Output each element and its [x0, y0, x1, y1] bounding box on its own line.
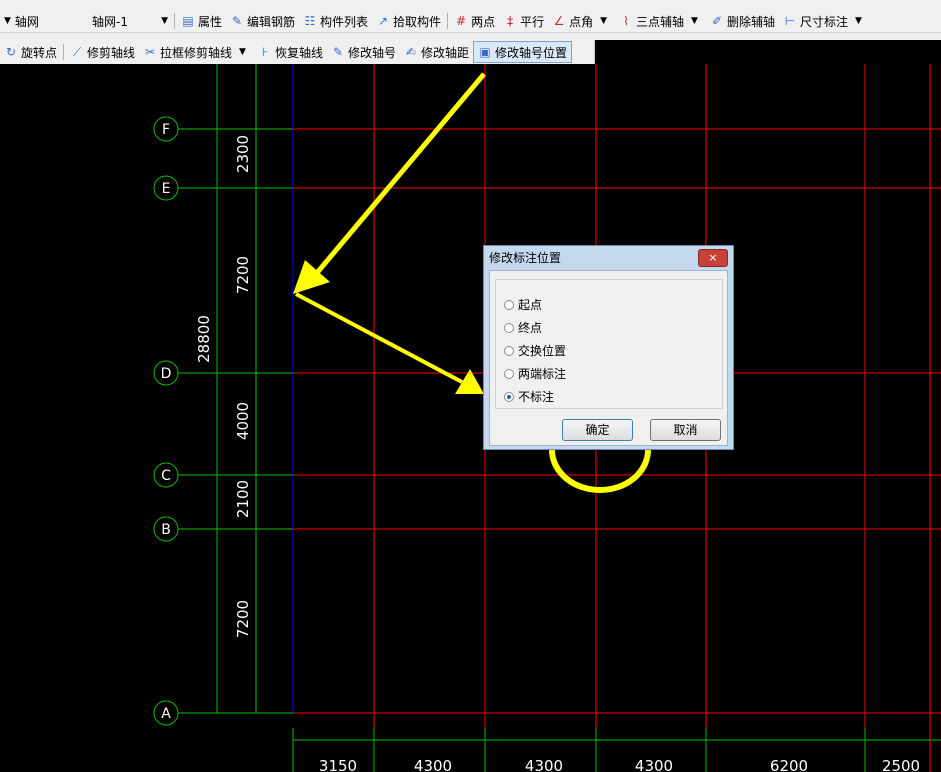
- chevron-down-icon: ▼: [855, 16, 862, 26]
- axis-label-D: D: [161, 366, 172, 382]
- radio-button[interactable]: [504, 345, 514, 356]
- properties-icon: ▤: [182, 14, 194, 28]
- trim-icon: ⟋: [72, 45, 82, 59]
- chevron-down-icon: ▼: [161, 16, 168, 26]
- row-spacing-labels: 2300 7200 4000 2100 7200 28800: [195, 135, 252, 638]
- parallel-button[interactable]: ‡ 平行: [499, 11, 548, 31]
- modify-axis-spacing-button[interactable]: ✍ 修改轴距: [400, 42, 473, 62]
- column-spacing-label: 4300: [525, 757, 563, 772]
- column-spacing-label: 4300: [414, 757, 452, 772]
- radio-no-label[interactable]: 不标注: [504, 388, 554, 405]
- restore-axis-button[interactable]: ⊦ 恢复轴线: [254, 42, 327, 62]
- dimension-button[interactable]: ⊢ 尺寸标注 ▼: [779, 11, 870, 31]
- axis-label-C: C: [161, 468, 171, 484]
- separator: [447, 13, 449, 29]
- spacing-label-D-C: 4000: [234, 402, 252, 440]
- type-combo[interactable]: ▼ 轴网: [0, 12, 88, 30]
- separator: [63, 44, 65, 60]
- annotation-arrow-line: [314, 72, 486, 276]
- radio-button[interactable]: [504, 322, 514, 333]
- total-spacing-label: 28800: [195, 315, 213, 363]
- axis-label-B: B: [161, 522, 171, 538]
- cad-canvas[interactable]: F E D C B A 2300 7200 4000 2100 7200 288…: [0, 64, 941, 772]
- edit-spacing-icon: ✍: [405, 45, 417, 59]
- point-angle-icon: ∠: [553, 14, 565, 28]
- dimension-icon: ⊢: [784, 14, 796, 28]
- spacing-label-E-D: 7200: [234, 256, 252, 294]
- trim-axis-button[interactable]: ⟋ 修剪轴线: [66, 42, 139, 62]
- rotate-icon: ↻: [5, 45, 17, 59]
- axis-label-E: E: [162, 181, 171, 197]
- position-icon: ▣: [479, 45, 491, 59]
- axis-label-A: A: [161, 706, 171, 722]
- rotate-point-button[interactable]: ↻ 旋转点: [0, 42, 61, 62]
- three-point-icon: ⌇: [623, 14, 629, 28]
- toolbar-row-2: ↻ 旋转点 ⟋ 修剪轴线 ✂ 拉框修剪轴线 ▼ ⊦ 恢复轴线 ✎ 修改轴号 ✍ 修改轴距 ▣ 修…: [0, 40, 595, 64]
- column-spacing-label: 4300: [635, 757, 673, 772]
- option-group: 起点 终点 交换位置 两端标注 不标注: [495, 279, 723, 409]
- dialog-title: 修改标注位置: [489, 251, 562, 265]
- box-trim-icon: ✂: [145, 45, 156, 59]
- list-icon: ☷: [304, 14, 316, 28]
- ok-button[interactable]: 确定: [562, 419, 633, 441]
- radio-start[interactable]: 起点: [504, 296, 542, 313]
- properties-button[interactable]: ▤ 属性: [177, 11, 226, 31]
- pick-icon: ↗: [378, 14, 389, 28]
- column-spacing-label: 6200: [770, 757, 808, 772]
- eraser-icon: ✐: [711, 14, 722, 28]
- chevron-down-icon: ▼: [4, 16, 11, 26]
- chevron-down-icon: ▼: [600, 16, 608, 26]
- column-spacing-label: 2500: [882, 757, 920, 772]
- toolbar-top-strip: [0, 0, 941, 10]
- radio-both-ends[interactable]: 两端标注: [504, 365, 566, 382]
- spacing-label-B-A: 7200: [234, 600, 252, 638]
- modify-axis-number-button[interactable]: ✎ 修改轴号: [327, 42, 400, 62]
- pencil-icon: ✎: [231, 14, 243, 28]
- radio-end[interactable]: 终点: [504, 319, 542, 336]
- parallel-icon: ‡: [507, 14, 514, 28]
- two-points-button[interactable]: # 两点: [450, 11, 499, 31]
- separator: [174, 13, 175, 29]
- dialog-body: 起点 终点 交换位置 两端标注 不标注 确定 取消: [489, 270, 728, 446]
- radio-button-selected[interactable]: [504, 391, 514, 402]
- edit-rebar-button[interactable]: ✎ 编辑钢筋: [226, 11, 299, 31]
- spacing-label-F-E: 2300: [234, 135, 252, 173]
- item-combo[interactable]: 轴网-1 ▼: [88, 12, 172, 30]
- cancel-button[interactable]: 取消: [650, 419, 721, 441]
- pick-component-button[interactable]: ↗ 拾取构件: [372, 11, 445, 31]
- axis-bubbles: [153, 116, 179, 726]
- annotation-arrow-line-2: [295, 292, 463, 384]
- toolbar-row-1: ▼ 轴网 轴网-1 ▼ ▤ 属性 ✎ 编辑钢筋 ☷ 构件列表 ↗ 拾取构件 # 两点 ‡ 平…: [0, 10, 941, 33]
- chevron-down-icon: ▼: [239, 47, 246, 57]
- radio-button[interactable]: [504, 368, 514, 379]
- point-angle-button[interactable]: ∠ 点角 ▼: [548, 11, 615, 31]
- restore-icon: ⊦: [261, 45, 269, 59]
- delete-aux-button[interactable]: ✐ 删除辅轴: [706, 11, 779, 31]
- column-spacing-label: 3150: [319, 757, 357, 772]
- component-list-button[interactable]: ☷ 构件列表: [299, 11, 372, 31]
- column-spacing-labels: 3150 4300 4300 4300 6200 2500: [319, 757, 920, 772]
- two-points-icon: #: [456, 14, 467, 28]
- modify-axis-number-position-button[interactable]: ▣ 修改轴号位置: [473, 41, 573, 63]
- radio-button[interactable]: [504, 299, 514, 310]
- three-point-aux-button[interactable]: ⌇ 三点辅轴 ▼: [615, 11, 706, 31]
- axis-label-F: F: [162, 122, 170, 138]
- box-trim-axis-button[interactable]: ✂ 拉框修剪轴线 ▼: [139, 42, 254, 62]
- chevron-down-icon: ▼: [691, 16, 698, 26]
- close-icon[interactable]: ×: [698, 249, 728, 267]
- radio-swap[interactable]: 交换位置: [504, 342, 566, 359]
- spacing-label-C-B: 2100: [234, 480, 252, 518]
- toolbar-gap: [0, 33, 941, 40]
- axis-labels: F E D C B A: [161, 122, 172, 722]
- edit-icon: ✎: [332, 45, 344, 59]
- modify-label-position-dialog: 修改标注位置 × 起点 终点 交换位置 两端标注 不标注 确定 取消: [483, 245, 734, 450]
